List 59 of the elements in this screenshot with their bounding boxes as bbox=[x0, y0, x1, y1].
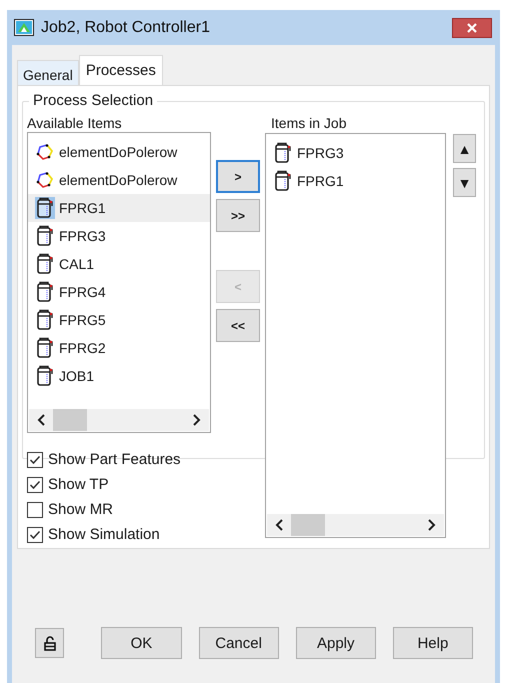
polygon-icon bbox=[35, 171, 55, 189]
list-item[interactable]: elementDoPolerow bbox=[28, 166, 210, 194]
canister-icon bbox=[35, 197, 55, 219]
ok-button[interactable]: OK bbox=[101, 627, 182, 659]
tab[interactable]: General bbox=[17, 60, 79, 85]
list-item[interactable]: JOB1 bbox=[28, 362, 210, 390]
checkbox-box[interactable] bbox=[27, 502, 43, 518]
horizontal-scrollbar[interactable] bbox=[29, 409, 209, 431]
list-item[interactable]: FPRG3 bbox=[28, 222, 210, 250]
canister-icon bbox=[273, 170, 293, 192]
help-button[interactable]: Help bbox=[392, 627, 473, 659]
move-button[interactable]: << bbox=[216, 309, 260, 342]
checkbox-box[interactable] bbox=[27, 526, 43, 542]
canister-icon bbox=[35, 309, 55, 331]
close-icon bbox=[467, 22, 477, 32]
reorder-button[interactable]: ▲ bbox=[453, 134, 476, 163]
list-item[interactable]: FPRG4 bbox=[28, 278, 210, 306]
list-label: Available Items bbox=[27, 114, 123, 132]
cancel-button[interactable]: Cancel bbox=[198, 627, 279, 659]
scrollbar-thumb[interactable] bbox=[53, 409, 87, 431]
checkbox-label[interactable]: Show TP bbox=[48, 476, 109, 493]
list-item[interactable]: FPRG2 bbox=[28, 334, 210, 362]
job-items-list[interactable]: FPRG3 FPRG1 bbox=[265, 133, 446, 538]
canister-icon bbox=[35, 365, 55, 387]
app-icon bbox=[14, 19, 34, 36]
window-title: Job2, Robot Controller1 bbox=[41, 18, 210, 36]
apply-button[interactable]: Apply bbox=[296, 627, 376, 659]
scroll-right-icon[interactable] bbox=[426, 519, 436, 531]
canister-icon bbox=[35, 225, 55, 247]
checkbox-box[interactable] bbox=[27, 476, 43, 492]
checkbox-box[interactable] bbox=[27, 452, 43, 468]
list-label: Items in Job bbox=[270, 114, 348, 132]
list-item[interactable]: FPRG5 bbox=[28, 306, 210, 334]
checkbox-label[interactable]: Show MR bbox=[48, 501, 114, 518]
list-item[interactable]: FPRG1 bbox=[266, 167, 445, 195]
scrollbar-thumb[interactable] bbox=[291, 514, 325, 536]
horizontal-scrollbar[interactable] bbox=[267, 514, 444, 536]
canister-icon bbox=[35, 253, 55, 275]
list-item[interactable]: FPRG1 bbox=[28, 194, 210, 222]
move-button[interactable]: > bbox=[216, 160, 260, 193]
padlock-icon bbox=[44, 636, 56, 650]
list-item[interactable]: elementDoPolerow bbox=[28, 138, 210, 166]
polygon-icon bbox=[35, 143, 55, 161]
scroll-left-icon[interactable] bbox=[275, 519, 285, 531]
available-items-list[interactable]: elementDoPolerow elementDoPolerow FPRG1 FPRG3 CAL1 FPRG4 FPRG5 FPRG2 JOB1 bbox=[27, 132, 211, 433]
scroll-right-icon[interactable] bbox=[191, 414, 201, 426]
lock-button[interactable] bbox=[35, 628, 64, 658]
list-item[interactable]: CAL1 bbox=[28, 250, 210, 278]
checkbox-label[interactable]: Show Part Features bbox=[48, 451, 181, 468]
move-button[interactable]: >> bbox=[216, 199, 260, 232]
canister-icon bbox=[35, 337, 55, 359]
canister-icon bbox=[35, 281, 55, 303]
list-item[interactable]: FPRG3 bbox=[266, 139, 445, 167]
checkbox-label[interactable]: Show Simulation bbox=[48, 526, 160, 543]
scroll-left-icon[interactable] bbox=[37, 414, 47, 426]
tab[interactable]: Processes bbox=[78, 55, 163, 85]
close-button[interactable] bbox=[452, 18, 492, 38]
canister-icon bbox=[273, 142, 293, 164]
reorder-button[interactable]: ▼ bbox=[453, 168, 476, 197]
